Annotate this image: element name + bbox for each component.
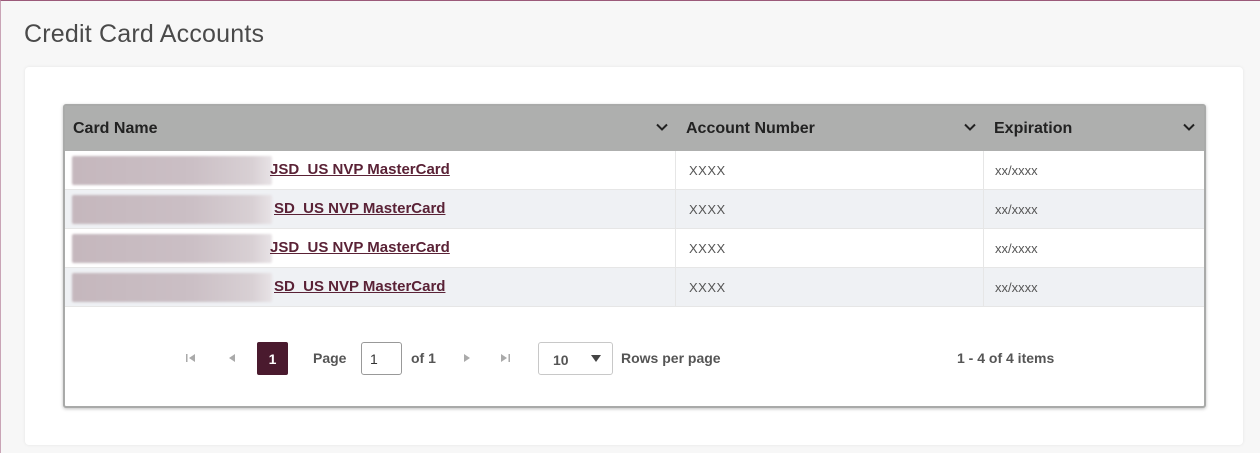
column-header-label: Card Name bbox=[73, 120, 158, 137]
content-card: Card Name Account Number Expiration JSD_… bbox=[25, 67, 1243, 445]
cell-account-number: XXXX bbox=[676, 268, 984, 307]
caret-down-icon bbox=[591, 355, 601, 362]
column-header-card-name[interactable]: Card Name bbox=[65, 106, 676, 151]
page-number-input[interactable] bbox=[361, 342, 402, 375]
rows-per-page-value: 10 bbox=[553, 352, 569, 368]
chevron-down-icon[interactable] bbox=[1182, 120, 1196, 134]
card-name-link[interactable]: SD_US NVP MasterCard bbox=[274, 200, 445, 217]
column-header-account-number[interactable]: Account Number bbox=[676, 106, 984, 151]
page-label: Page bbox=[313, 350, 347, 366]
first-page-icon[interactable] bbox=[185, 351, 197, 365]
cell-expiration: xx/xxxx bbox=[995, 241, 1038, 256]
cell-card-name: JSD_US NVP MasterCard bbox=[65, 229, 676, 268]
cell-expiration: xx/xxxx bbox=[995, 163, 1038, 178]
column-header-label: Account Number bbox=[686, 120, 815, 137]
page-title: Credit Card Accounts bbox=[24, 20, 265, 48]
column-header-expiration[interactable]: Expiration bbox=[984, 106, 1204, 151]
cell-account-number: XXXX bbox=[676, 151, 984, 190]
cell-account-number: XXXX bbox=[676, 229, 984, 268]
previous-page-icon[interactable] bbox=[226, 351, 238, 365]
page-count-label: of 1 bbox=[411, 350, 436, 366]
table-row: JSD_US NVP MasterCard XXXX xx/xxxx bbox=[65, 229, 1204, 268]
table-row: SD_US NVP MasterCard XXXX xx/xxxx bbox=[65, 190, 1204, 229]
rows-per-page-select[interactable]: 10 bbox=[538, 342, 613, 375]
grid-header: Card Name Account Number Expiration bbox=[65, 106, 1204, 151]
chevron-down-icon[interactable] bbox=[963, 120, 977, 134]
table-row: JSD_US NVP MasterCard XXXX xx/xxxx bbox=[65, 151, 1204, 190]
redacted-block bbox=[72, 195, 272, 224]
last-page-icon[interactable] bbox=[499, 351, 511, 365]
pagination-info: 1 - 4 of 4 items bbox=[957, 350, 1055, 366]
cell-expiration: xx/xxxx bbox=[995, 280, 1038, 295]
cell-account-number: XXXX bbox=[676, 190, 984, 229]
cell-card-name: JSD_US NVP MasterCard bbox=[65, 151, 676, 190]
redacted-block bbox=[72, 234, 272, 263]
cell-card-name: SD_US NVP MasterCard bbox=[65, 268, 676, 307]
current-page-button[interactable]: 1 bbox=[257, 342, 288, 375]
rows-per-page-label: Rows per page bbox=[621, 350, 721, 366]
pagination-bar: 1 Page of 1 10 Rows per page 1 - 4 of 4 … bbox=[65, 339, 1204, 379]
next-page-icon[interactable] bbox=[461, 351, 473, 365]
cell-expiration: xx/xxxx bbox=[995, 202, 1038, 217]
grid-body: JSD_US NVP MasterCard XXXX xx/xxxx SD_US… bbox=[65, 151, 1204, 307]
card-name-link[interactable]: JSD_US NVP MasterCard bbox=[270, 161, 450, 178]
card-name-link[interactable]: SD_US NVP MasterCard bbox=[274, 278, 445, 295]
chevron-down-icon[interactable] bbox=[655, 120, 669, 134]
redacted-block bbox=[72, 156, 272, 185]
credit-card-grid: Card Name Account Number Expiration JSD_… bbox=[63, 104, 1206, 408]
cell-card-name: SD_US NVP MasterCard bbox=[65, 190, 676, 229]
card-name-link[interactable]: JSD_US NVP MasterCard bbox=[270, 239, 450, 256]
table-row: SD_US NVP MasterCard XXXX xx/xxxx bbox=[65, 268, 1204, 307]
redacted-block bbox=[72, 273, 272, 302]
column-header-label: Expiration bbox=[994, 120, 1073, 137]
